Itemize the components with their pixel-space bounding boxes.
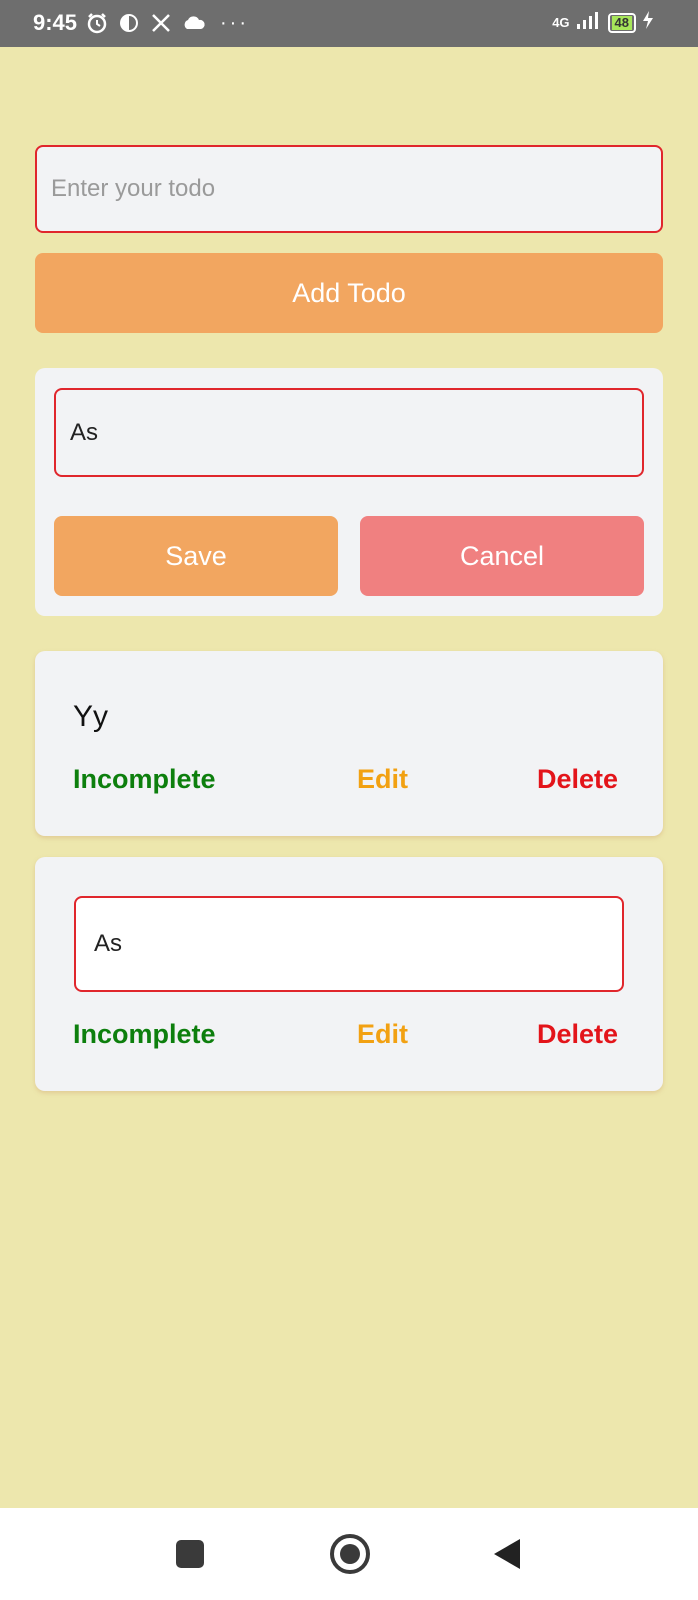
battery-icon: 48 [607,12,636,33]
navigation-bar [0,1508,698,1600]
edit-button[interactable]: Edit [357,1019,408,1050]
incomplete-button[interactable]: Incomplete [73,764,216,795]
status-bar: 9:45 ··· 4G 48 [0,0,698,47]
signal-icon [576,10,602,35]
cancel-button[interactable]: Cancel [360,516,644,596]
todo-card [35,651,663,836]
x-icon [150,12,172,34]
more-icon: ··· [220,11,249,34]
edit-button[interactable]: Edit [357,764,408,795]
delete-button[interactable]: Delete [537,1019,618,1050]
home-circle-icon[interactable] [329,1533,371,1580]
incomplete-button[interactable]: Incomplete [73,1019,216,1050]
todo-text: Yy [73,700,109,733]
app-icon [118,12,140,34]
inline-edit-input[interactable]: As [74,896,624,992]
edit-todo-input[interactable]: As [54,388,644,477]
alarm-icon [86,12,108,34]
network-type: 4G [552,15,570,30]
save-button[interactable]: Save [54,516,338,596]
add-todo-button[interactable]: Add Todo [35,253,663,333]
cloud-icon [182,12,206,34]
recents-square-icon[interactable] [175,1539,205,1574]
battery-level: 48 [611,15,632,30]
delete-button[interactable]: Delete [537,764,618,795]
back-triangle-icon[interactable] [492,1537,522,1576]
status-time: 9:45 [33,10,78,35]
charging-icon [642,10,654,35]
todo-input[interactable]: Enter your todo [35,145,663,233]
